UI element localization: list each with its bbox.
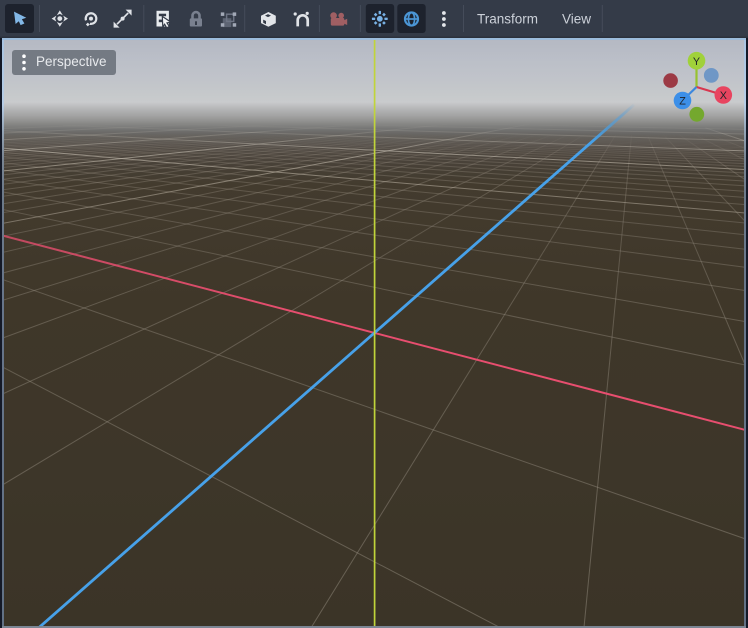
svg-text:Transform: Transform <box>477 12 538 27</box>
svg-text:Y: Y <box>693 56 700 68</box>
svg-text:Z: Z <box>679 96 686 108</box>
svg-text:View: View <box>562 12 591 27</box>
svg-text:X: X <box>720 90 727 102</box>
